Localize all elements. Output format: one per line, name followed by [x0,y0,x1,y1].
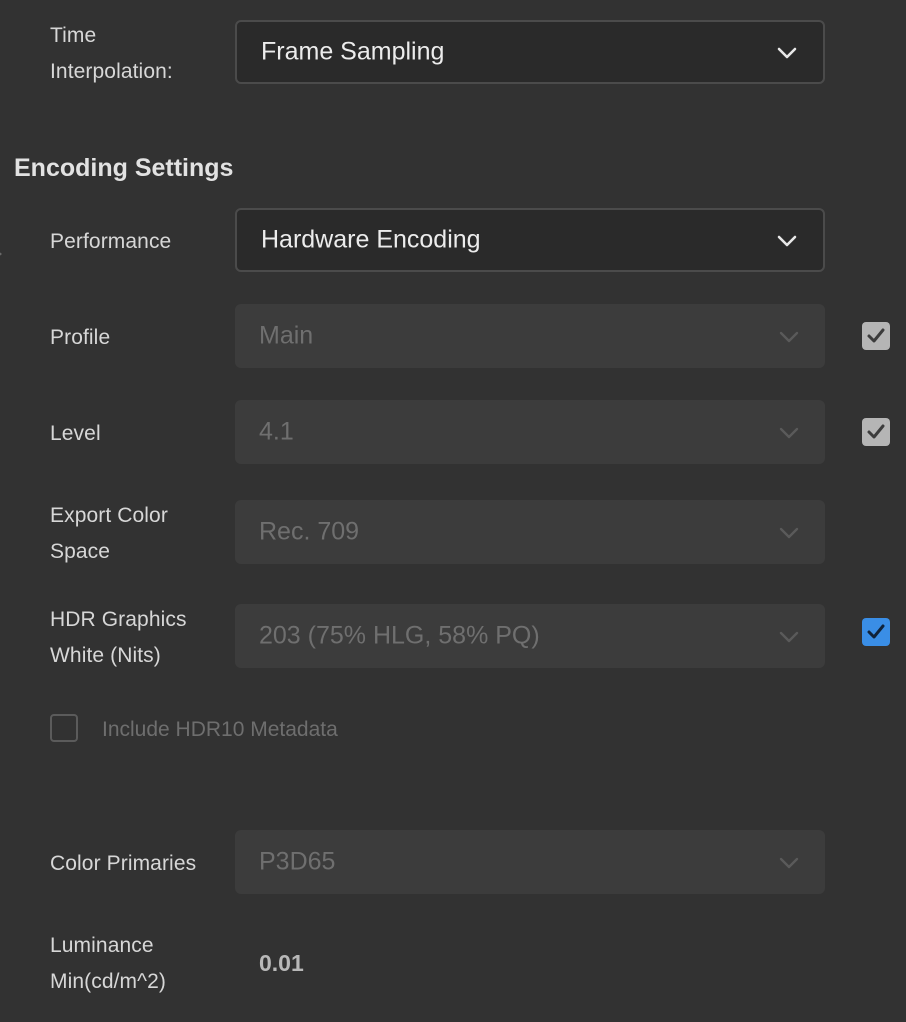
hdr-graphics-white-dropdown[interactable]: 203 (75% HLG, 58% PQ) [235,604,825,668]
include-hdr10-label: Include HDR10 Metadata [102,718,338,741]
profile-value: Main [259,321,314,350]
performance-value: Hardware Encoding [261,225,481,254]
chevron-down-icon [779,630,799,643]
chevron-down-icon [779,526,799,539]
color-primaries-dropdown[interactable]: P3D65 [235,830,825,894]
time-interpolation-value: Frame Sampling [261,37,445,66]
checkmark-icon [867,624,885,639]
level-checkbox[interactable] [862,418,890,446]
chevron-down-icon [777,46,797,59]
chevron-down-icon [779,426,799,439]
chevron-down-icon [777,234,797,247]
profile-label: Profile [50,326,111,349]
color-primaries-label: Color Primaries [50,852,197,875]
export-color-space-value: Rec. 709 [259,517,360,546]
export-color-space-label: Export Color Space [50,504,168,563]
hdr-graphics-white-value: 203 (75% HLG, 58% PQ) [259,621,540,650]
chevron-down-icon [779,856,799,869]
hdr-graphics-white-label: HDR Graphics White (Nits) [50,608,187,667]
level-label: Level [50,422,101,445]
hdr-graphics-white-checkbox[interactable] [862,618,890,646]
checkmark-icon [867,328,885,343]
performance-dropdown[interactable]: Hardware Encoding [235,208,825,272]
time-interpolation-dropdown[interactable]: Frame Sampling [235,20,825,84]
profile-checkbox[interactable] [862,322,890,350]
collapse-arrow-icon[interactable] [0,250,2,258]
chevron-down-icon [779,330,799,343]
level-value: 4.1 [259,417,294,446]
profile-dropdown[interactable]: Main [235,304,825,368]
color-primaries-value: P3D65 [259,847,336,876]
performance-label: Performance [50,230,172,253]
luminance-min-label: Luminance Min(cd/m^2) [50,934,166,993]
export-color-space-dropdown[interactable]: Rec. 709 [235,500,825,564]
luminance-min-value[interactable]: 0.01 [259,945,304,981]
time-interpolation-label: Time Interpolation: [50,24,173,83]
encoding-settings-title: Encoding Settings [14,154,234,182]
level-dropdown[interactable]: 4.1 [235,400,825,464]
include-hdr10-checkbox[interactable] [50,714,78,742]
checkmark-icon [867,424,885,439]
